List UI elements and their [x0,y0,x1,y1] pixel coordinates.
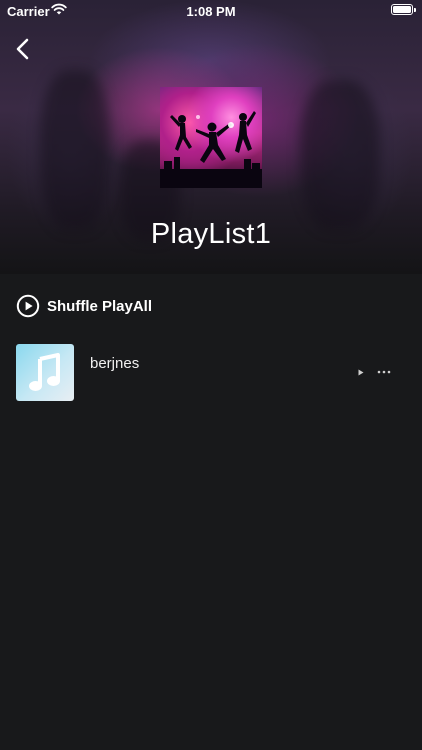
shuffle-play-all-button[interactable]: Shuffle PlayAll [16,293,152,319]
playlist-title: PlayList1 [150,218,272,250]
track-title: berjnes [90,355,140,372]
status-time: 1:08 PM [186,4,236,19]
shuffle-play-all-label: Shuffle PlayAll [47,297,153,315]
track-row[interactable]: berjnes [0,344,422,402]
more-options-icon[interactable] [377,369,391,375]
blurred-backdrop-figure [300,80,380,230]
status-bar: Carrier 1:08 PM [0,0,422,22]
dancers-silhouette-icon [160,111,262,188]
battery-icon [391,4,416,15]
blurred-backdrop-figure [40,70,110,230]
play-icon[interactable] [358,369,364,376]
music-note-icon [29,353,60,391]
play-circle-icon [16,294,40,318]
playlist-cover-art [160,87,262,188]
chevron-left-icon[interactable] [10,36,36,62]
track-artwork [16,344,74,401]
